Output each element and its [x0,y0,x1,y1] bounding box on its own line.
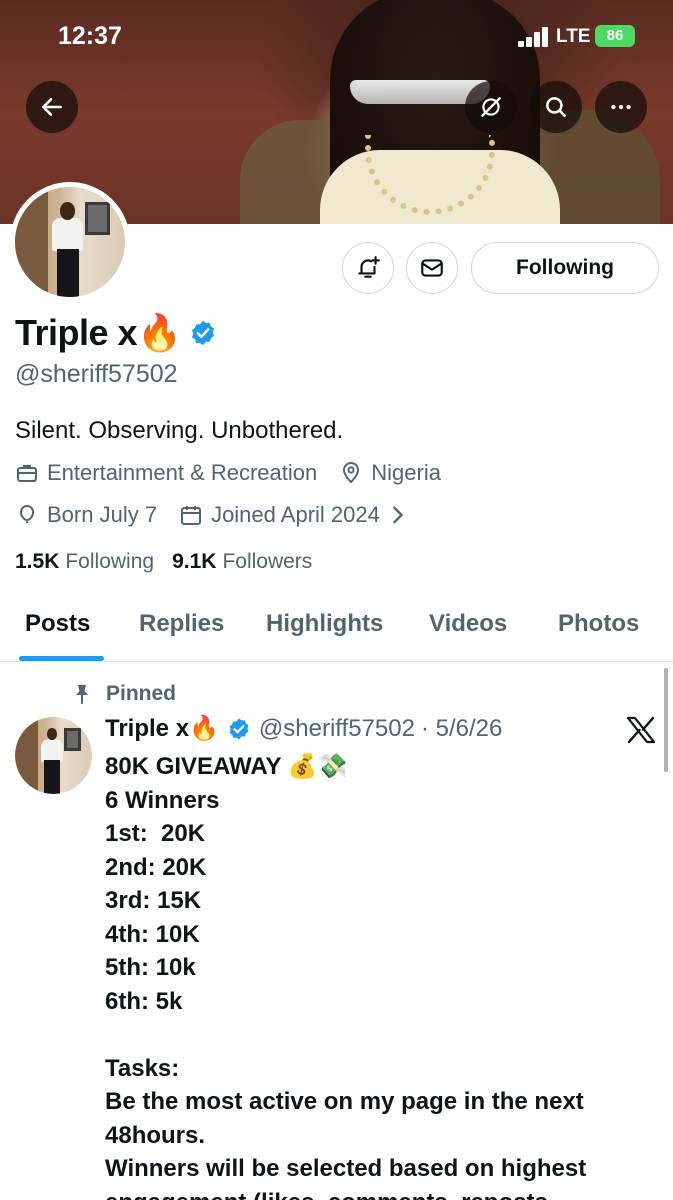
network-type: LTE [556,26,591,47]
post-line: Tasks: [105,1054,180,1082]
envelope-icon [421,259,443,277]
tab-photos[interactable]: Photos [558,610,639,638]
pinned-indicator: Pinned [72,682,176,706]
following-count: 1.5K [15,550,60,573]
message-button[interactable] [406,242,458,294]
post-date[interactable]: · 5/6/26 [421,715,502,743]
more-icon [611,104,631,110]
status-bar: 12:37 LTE 86 [0,0,673,70]
profile-meta-row: Entertainment & Recreation Nigeria [15,460,463,486]
post-line: 1st: 20K [105,820,206,847]
pin-icon [76,685,88,704]
verified-badge-icon[interactable] [189,319,217,347]
calendar-icon [181,506,202,525]
post-author-name[interactable]: Triple x🔥 [105,714,219,743]
post-line [105,1018,665,1052]
post-header: Triple x🔥 @sheriff57502 · 5/6/26 [105,714,502,743]
signal-icon [518,27,550,47]
profile-birthday: Born July 7 [15,502,157,528]
profile-name-row: Triple x🔥 [15,312,217,354]
post-line: 6th: 5k [105,987,183,1015]
followers-count: 9.1K [172,550,217,573]
profile-bio: Silent. Observing. Unbothered. [15,417,344,444]
post-text[interactable]: 80K GIVEAWAY 💰💸 6 Winners 1st: 20K 2nd: 20K… [105,750,665,1200]
post-line: 5th: 10k [105,954,196,981]
notifications-button[interactable] [342,242,394,294]
post-line: engagement (likes, comments, reposts [105,1186,665,1200]
tab-replies[interactable]: Replies [139,610,224,638]
post-line: Be the most active on my page in the nex… [105,1088,584,1115]
post-avatar[interactable] [15,717,92,794]
verified-badge-icon [229,718,249,739]
post-line: 4th: 10K [105,920,200,948]
grok-button[interactable] [465,81,517,133]
following-count-link[interactable]: 1.5K Following [15,550,154,574]
active-tab-indicator [19,656,104,661]
briefcase-icon [17,465,37,482]
back-arrow-icon [42,98,62,116]
follow-counts: 1.5K Following 9.1K Followers [15,550,330,574]
tab-highlights[interactable]: Highlights [266,610,383,638]
profile-joined[interactable]: Joined April 2024 [179,502,418,528]
scrollbar[interactable] [664,668,668,772]
profile-handle: @sheriff57502 [15,360,178,388]
tab-videos[interactable]: Videos [429,610,507,638]
avatar-photo [15,717,92,794]
profile-joined-label: Joined April 2024 [211,502,380,527]
profile-category-label: Entertainment & Recreation [47,460,318,485]
post-line: 6 Winners [105,786,220,814]
profile-dates-row: Born July 7 Joined April 2024 [15,502,418,528]
pinned-label: Pinned [106,682,177,705]
avatar-photo [15,187,125,297]
profile-name: Triple x🔥 [15,312,182,353]
balloon-icon [20,504,34,523]
location-pin-icon [343,462,360,484]
x-logo-icon[interactable] [626,716,656,744]
profile-location-label: Nigeria [371,460,441,485]
post-line: 3rd: 15K [105,887,202,914]
back-button[interactable] [26,81,78,133]
search-button[interactable] [530,81,582,133]
profile-category[interactable]: Entertainment & Recreation [15,460,317,486]
followers-count-link[interactable]: 9.1K Followers [172,550,312,574]
more-button[interactable] [595,81,647,133]
battery-icon: 86 [595,25,635,47]
post-author-handle[interactable]: @sheriff57502 [259,715,415,743]
post-line: 80K GIVEAWAY 💰💸 [105,753,348,780]
profile-birthday-label: Born July 7 [47,502,158,527]
profile-tabs: Posts Replies Highlights Videos Photos [0,596,673,662]
following-button[interactable]: Following [471,242,659,294]
grok-icon [481,97,501,117]
profile-location: Nigeria [339,460,441,486]
profile-avatar[interactable] [10,182,130,302]
search-icon [546,97,566,117]
following-label: Following [65,550,155,573]
bell-plus-icon [358,256,380,278]
chevron-right-icon [393,506,403,524]
post-line: 48hours. [105,1121,206,1149]
post-line: 2nd: 20K [105,853,207,881]
tab-posts[interactable]: Posts [25,610,90,638]
followers-label: Followers [222,550,313,573]
post-line: Winners will be selected based on highes… [105,1155,587,1182]
status-time: 12:37 [58,22,122,50]
